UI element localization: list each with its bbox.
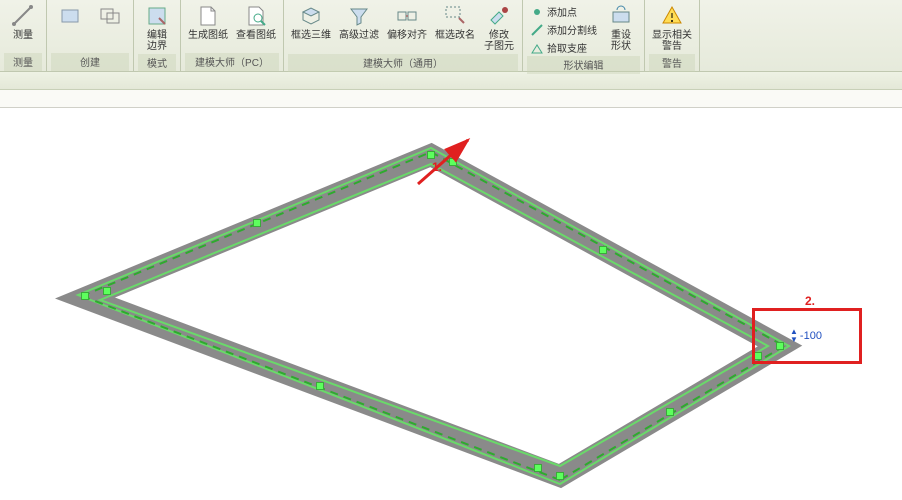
filter-button[interactable]: 高级过滤 bbox=[336, 2, 382, 43]
shape-handle[interactable] bbox=[316, 382, 324, 390]
show-warning-label: 显示相关 警告 bbox=[652, 30, 692, 52]
shape-handle[interactable] bbox=[81, 292, 89, 300]
ribbon-group-create: 创建 bbox=[47, 0, 134, 71]
pick-support-icon bbox=[530, 41, 544, 55]
gen-drawing-icon bbox=[196, 4, 220, 28]
annotation-label-2: 2. bbox=[805, 294, 815, 308]
elevation-value-control[interactable]: ▲ ▼ -100 bbox=[790, 328, 822, 344]
shape-handle[interactable] bbox=[599, 246, 607, 254]
view-drawing-label: 查看图纸 bbox=[236, 30, 276, 41]
sub-ribbon-bar bbox=[0, 72, 902, 90]
edit-boundary-button[interactable]: 编辑 边界 bbox=[138, 2, 176, 54]
add-point-button[interactable]: 添加点 bbox=[527, 3, 600, 20]
ribbon-group-label: 形状编辑 bbox=[527, 56, 640, 74]
ribbon-group-general: 框选三维 高级过滤 偏移对齐 框选改名 bbox=[284, 0, 523, 71]
ribbon-group-label: 建模大师（PC） bbox=[185, 53, 279, 71]
view-drawing-icon bbox=[244, 4, 268, 28]
gen-drawing-button[interactable]: 生成图纸 bbox=[185, 2, 231, 43]
add-point-icon bbox=[530, 5, 544, 19]
reset-shape-label: 重设 形状 bbox=[611, 30, 631, 52]
pick-support-label: 拾取支座 bbox=[547, 40, 587, 55]
create2-button[interactable] bbox=[91, 2, 129, 32]
modify-sub-label: 修改 子图元 bbox=[484, 30, 514, 52]
ribbon-group-warning: 显示相关 警告 警告 bbox=[645, 0, 700, 71]
ribbon-group-label: 建模大师（通用） bbox=[288, 54, 518, 72]
reset-shape-icon bbox=[609, 4, 633, 28]
shape-handle[interactable] bbox=[534, 464, 542, 472]
filter-label: 高级过滤 bbox=[339, 30, 379, 41]
ribbon-group-measure: 测量 测量 bbox=[0, 0, 47, 71]
ribbon-group-mode: 编辑 边界 模式 bbox=[134, 0, 181, 71]
modify-sub-icon bbox=[487, 4, 511, 28]
shape-handle[interactable] bbox=[449, 158, 457, 166]
measure-button[interactable]: 测量 bbox=[4, 2, 42, 43]
ribbon-group-label: 模式 bbox=[138, 54, 176, 72]
box-rename-icon bbox=[443, 4, 467, 28]
shape-handle[interactable] bbox=[666, 408, 674, 416]
create1-icon bbox=[58, 4, 82, 28]
offset-align-label: 偏移对齐 bbox=[387, 30, 427, 41]
add-split-icon bbox=[530, 23, 544, 37]
shape-handle[interactable] bbox=[103, 287, 111, 295]
warning-icon bbox=[660, 4, 684, 28]
spinner-down-icon[interactable]: ▼ bbox=[790, 336, 798, 344]
shape-handle[interactable] bbox=[556, 472, 564, 480]
filter-icon bbox=[347, 4, 371, 28]
add-split-label: 添加分割线 bbox=[547, 22, 597, 37]
ribbon-group-shape-edit: 添加点 添加分割线 拾取支座 重设 形状 形状编辑 bbox=[523, 0, 645, 71]
elevation-value: -100 bbox=[800, 330, 822, 342]
create2-icon bbox=[98, 4, 122, 28]
edit-boundary-icon bbox=[145, 4, 169, 28]
measure-label: 测量 bbox=[13, 30, 33, 41]
box3d-icon bbox=[299, 4, 323, 28]
viewport-canvas[interactable]: 1. 2. ▲ ▼ -100 bbox=[0, 108, 902, 500]
create1-button[interactable] bbox=[51, 2, 89, 32]
slab-shape bbox=[0, 108, 902, 500]
ribbon-toolbar: 测量 测量 创建 编辑 边界 bbox=[0, 0, 902, 72]
reset-shape-button[interactable]: 重设 形状 bbox=[602, 2, 640, 54]
box3d-label: 框选三维 bbox=[291, 30, 331, 41]
ribbon-group-label: 测量 bbox=[4, 53, 42, 71]
pick-support-button[interactable]: 拾取支座 bbox=[527, 39, 600, 56]
add-split-button[interactable]: 添加分割线 bbox=[527, 21, 600, 38]
annotation-label-1: 1. bbox=[432, 160, 442, 174]
ribbon-group-label: 创建 bbox=[51, 53, 129, 71]
gen-drawing-label: 生成图纸 bbox=[188, 30, 228, 41]
ribbon-group-label: 警告 bbox=[649, 54, 695, 72]
box3d-button[interactable]: 框选三维 bbox=[288, 2, 334, 43]
spinner-arrows[interactable]: ▲ ▼ bbox=[790, 328, 798, 344]
box-rename-button[interactable]: 框选改名 bbox=[432, 2, 478, 43]
box-rename-label: 框选改名 bbox=[435, 30, 475, 41]
shape-handle[interactable] bbox=[253, 219, 261, 227]
ribbon-group-pc: 生成图纸 查看图纸 建模大师（PC） bbox=[181, 0, 284, 71]
show-warning-button[interactable]: 显示相关 警告 bbox=[649, 2, 695, 54]
offset-align-icon bbox=[395, 4, 419, 28]
view-drawing-button[interactable]: 查看图纸 bbox=[233, 2, 279, 43]
add-point-label: 添加点 bbox=[547, 4, 577, 19]
offset-align-button[interactable]: 偏移对齐 bbox=[384, 2, 430, 43]
modify-sub-button[interactable]: 修改 子图元 bbox=[480, 2, 518, 54]
options-bar bbox=[0, 90, 902, 108]
shape-handle[interactable] bbox=[427, 151, 435, 159]
measure-icon bbox=[11, 4, 35, 28]
edit-boundary-label: 编辑 边界 bbox=[147, 30, 167, 52]
